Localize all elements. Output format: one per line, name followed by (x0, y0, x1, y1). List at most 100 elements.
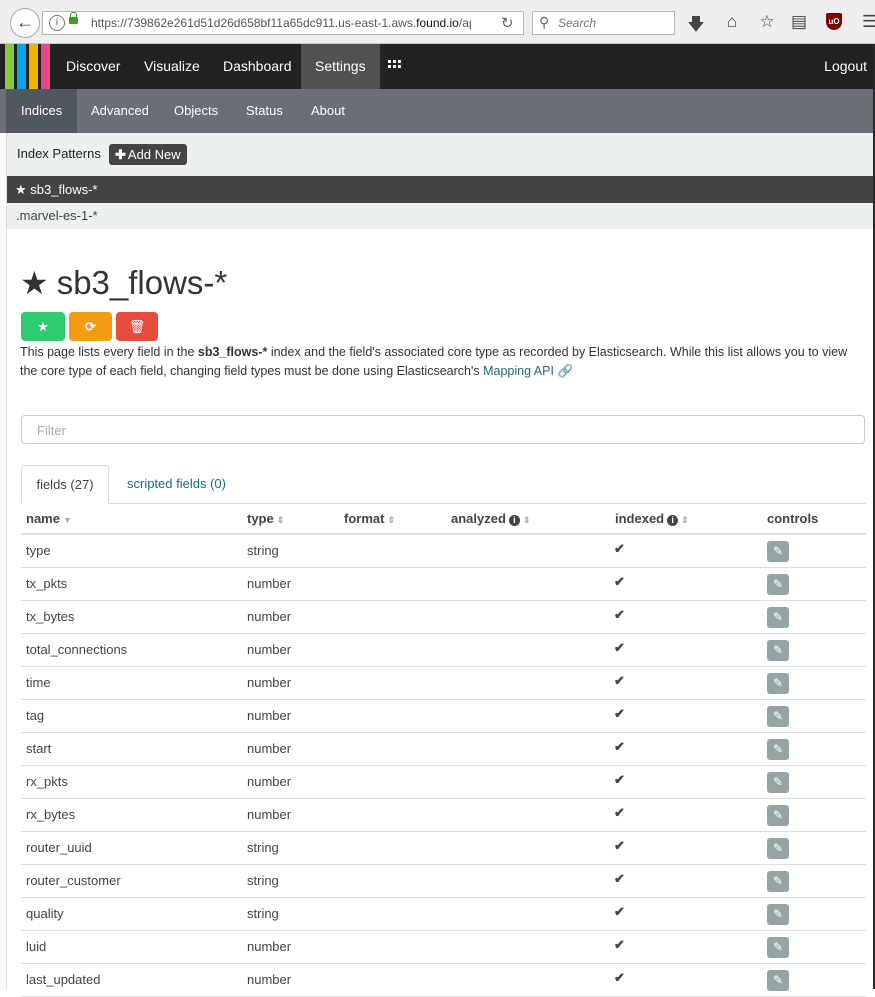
info-icon[interactable]: i (667, 515, 679, 526)
edit-field-button[interactable]: ✎ (767, 607, 789, 628)
table-row: tag number ✔ ✎ (21, 700, 866, 733)
lock-icon (69, 12, 78, 24)
field-name: rx_bytes (26, 807, 76, 822)
checkmark-icon: ✔ (614, 739, 625, 754)
field-name: tx_pkts (26, 576, 68, 591)
pencil-icon: ✎ (772, 907, 784, 921)
checkmark-icon: ✔ (614, 970, 625, 985)
info-icon[interactable]: i (508, 515, 520, 526)
kibana-logo[interactable] (5, 44, 51, 89)
hamburger-menu-icon[interactable]: ☰ (862, 12, 875, 32)
nav-settings[interactable]: Settings (301, 44, 380, 89)
home-icon[interactable]: ⌂ (721, 12, 743, 32)
star-icon: ★ (37, 319, 49, 334)
checkmark-icon: ✔ (614, 607, 625, 622)
edit-field-button[interactable]: ✎ (767, 805, 789, 826)
mapping-api-link[interactable]: Mapping API 🔗 (483, 364, 573, 378)
nav-visualize[interactable]: Visualize (130, 44, 214, 89)
set-default-button[interactable]: ★ (21, 312, 65, 341)
checkmark-icon: ✔ (614, 805, 625, 820)
tab-objects[interactable]: Objects (159, 89, 233, 133)
bookmark-star-icon[interactable]: ☆ (756, 12, 778, 32)
page-description: This page lists every field in the sb3_f… (20, 345, 848, 378)
pencil-icon: ✎ (772, 940, 784, 954)
reload-icon[interactable]: ↻ (501, 14, 514, 32)
field-type: string (247, 873, 279, 888)
info-icon[interactable]: i (49, 15, 65, 31)
table-row: time number ✔ ✎ (21, 667, 866, 700)
edit-field-button[interactable]: ✎ (767, 838, 789, 859)
field-name: last_updated (26, 972, 101, 987)
search-icon: ⚲ (539, 14, 550, 30)
tab-advanced[interactable]: Advanced (76, 89, 164, 133)
tab-about[interactable]: About (296, 89, 360, 133)
edit-field-button[interactable]: ✎ (767, 640, 789, 661)
fields-table-body: type string ✔ ✎ tx_pkts number ✔ ✎ tx_bytes numbe… (21, 535, 866, 997)
tab-fields[interactable]: fields (27) (21, 465, 109, 504)
download-icon[interactable]: 🡇 (685, 12, 707, 41)
browser-toolbar: ← i https://739862e261d51d26d658bf11a65d… (0, 0, 875, 44)
pencil-icon: ✎ (772, 973, 784, 987)
pencil-icon: ✎ (772, 610, 784, 624)
field-type: number (247, 642, 292, 657)
col-format-header[interactable]: format ⇕ (344, 511, 395, 526)
field-name: type (26, 543, 51, 558)
edit-field-button[interactable]: ✎ (767, 739, 789, 760)
index-patterns-title: Index Patterns (17, 146, 101, 161)
col-type-header[interactable]: type ⇕ (247, 511, 284, 526)
col-name-header[interactable]: name ▼ (26, 511, 72, 526)
logout-link[interactable]: Logout (824, 44, 867, 89)
table-row: rx_bytes number ✔ ✎ (21, 799, 866, 832)
page-title: ★ sb3_flows-* (20, 264, 227, 302)
checkmark-icon: ✔ (614, 640, 625, 655)
edit-field-button[interactable]: ✎ (767, 574, 789, 595)
index-pattern-item-default[interactable]: ★ sb3_flows-* (7, 176, 875, 203)
pencil-icon: ✎ (772, 577, 784, 591)
pencil-icon: ✎ (772, 643, 784, 657)
sort-icon: ⇕ (276, 515, 285, 525)
field-type: number (247, 675, 292, 690)
table-row: last_updated number ✔ ✎ (21, 964, 866, 997)
pencil-icon: ✎ (772, 841, 784, 855)
field-name: total_connections (26, 642, 128, 657)
filter-input[interactable]: Filter (21, 415, 865, 444)
url-text[interactable]: https://739862e261d51d26d658bf11a65dc911… (91, 16, 471, 30)
tab-status[interactable]: Status (231, 89, 298, 133)
tab-scripted-fields[interactable]: scripted fields (0) (115, 465, 238, 504)
sort-icon: ⇕ (387, 515, 395, 525)
nav-dashboard[interactable]: Dashboard (209, 44, 306, 89)
edit-field-button[interactable]: ✎ (767, 706, 789, 727)
table-row: quality string ✔ ✎ (21, 898, 866, 931)
edit-field-button[interactable]: ✎ (767, 673, 789, 694)
edit-field-button[interactable]: ✎ (767, 541, 789, 562)
nav-discover[interactable]: Discover (52, 44, 134, 89)
link-icon: 🔗 (557, 364, 574, 378)
browser-search-box[interactable]: ⚲ Search (532, 11, 675, 35)
tab-indices[interactable]: Indices (6, 89, 78, 133)
refresh-icon: ⟳ (85, 319, 96, 334)
back-arrow-icon[interactable]: ← (10, 8, 40, 38)
apps-grid-icon[interactable] (388, 60, 402, 72)
edit-field-button[interactable]: ✎ (767, 871, 789, 892)
url-bar[interactable]: i https://739862e261d51d26d658bf11a65dc9… (42, 11, 524, 35)
table-row: router_uuid string ✔ ✎ (21, 832, 866, 865)
refresh-fields-button[interactable]: ⟳ (69, 312, 112, 341)
edit-field-button[interactable]: ✎ (767, 970, 789, 991)
index-pattern-item[interactable]: .marvel-es-1-* (7, 203, 875, 229)
edit-field-button[interactable]: ✎ (767, 937, 789, 958)
field-name: tag (26, 708, 45, 723)
edit-field-button[interactable]: ✎ (767, 772, 789, 793)
field-type: number (247, 807, 292, 822)
col-analyzed-header[interactable]: analyzed i ⇕ (451, 511, 530, 526)
table-row: tx_bytes number ✔ ✎ (21, 601, 866, 634)
delete-index-button[interactable]: 🗑 (116, 312, 158, 341)
col-indexed-header[interactable]: indexed i ⇕ (615, 511, 689, 526)
page-title-text: sb3_flows-* (56, 264, 228, 301)
edit-field-button[interactable]: ✎ (767, 904, 789, 925)
field-type: number (247, 972, 292, 987)
ublock-icon[interactable]: uO (826, 13, 842, 30)
checkmark-icon: ✔ (614, 706, 625, 721)
add-new-button[interactable]: ✚ Add New (109, 144, 187, 165)
reading-list-icon[interactable]: ▤ (788, 12, 810, 32)
pencil-icon: ✎ (772, 709, 784, 723)
